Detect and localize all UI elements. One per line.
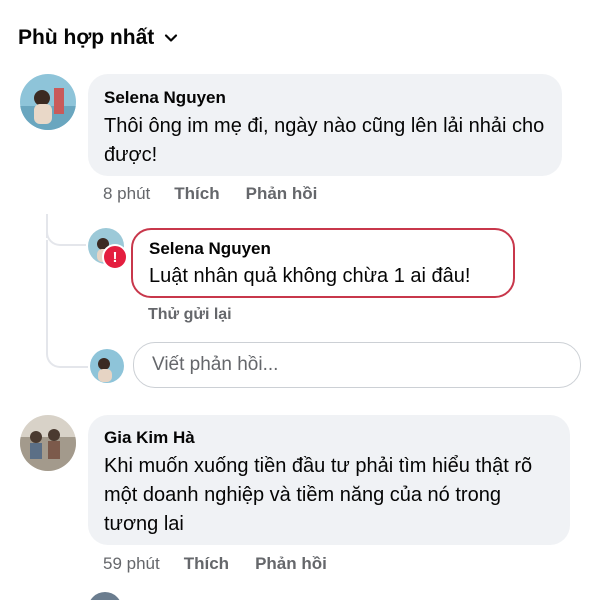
retry-send-button[interactable]: Thử gửi lại (148, 306, 232, 324)
comment-bubble: Gia Kim Hà Khi muốn xuống tiền đầu tư ph… (88, 415, 570, 545)
comment-timestamp[interactable]: 59 phút (103, 554, 160, 574)
comment-author[interactable]: Selena Nguyen (104, 88, 546, 108)
comment-actions: 8 phút Thích Phản hồi (103, 184, 343, 204)
chevron-down-icon (165, 34, 178, 42)
comment-text: Thôi ông im mẹ đi, ngày nào cũng lên lải… (104, 115, 545, 166)
avatar[interactable] (20, 415, 76, 471)
avatar[interactable] (88, 592, 122, 600)
like-button[interactable]: Thích (174, 184, 219, 204)
comment-timestamp[interactable]: 8 phút (103, 184, 150, 204)
comment-actions: 59 phút Thích Phản hồi (103, 554, 353, 574)
comment-text: Khi muốn xuống tiền đầu tư phải tìm hiểu… (104, 455, 533, 535)
exclamation-icon: ! (102, 244, 128, 270)
sort-label: Phù hợp nhất (18, 26, 155, 49)
comment-author[interactable]: Gia Kim Hà (104, 428, 554, 448)
reply-author[interactable]: Selena Nguyen (149, 239, 497, 259)
avatar[interactable] (20, 74, 76, 130)
thread-connector (46, 240, 88, 368)
reply-text: Luật nhân quả không chừa 1 ai đâu! (149, 265, 471, 287)
reply-button[interactable]: Phản hồi (246, 184, 318, 204)
like-button[interactable]: Thích (184, 554, 229, 574)
comments-panel: Phù hợp nhất Selena Nguyen Thôi ông im m… (0, 0, 600, 600)
reply-input[interactable] (133, 342, 581, 388)
sort-selector[interactable]: Phù hợp nhất (18, 26, 178, 50)
reply-button[interactable]: Phản hồi (255, 554, 327, 574)
comment-bubble: Selena Nguyen Thôi ông im mẹ đi, ngày nà… (88, 74, 562, 176)
avatar[interactable] (90, 349, 124, 383)
failed-reply-bubble: Selena Nguyen Luật nhân quả không chừa 1… (131, 228, 515, 298)
